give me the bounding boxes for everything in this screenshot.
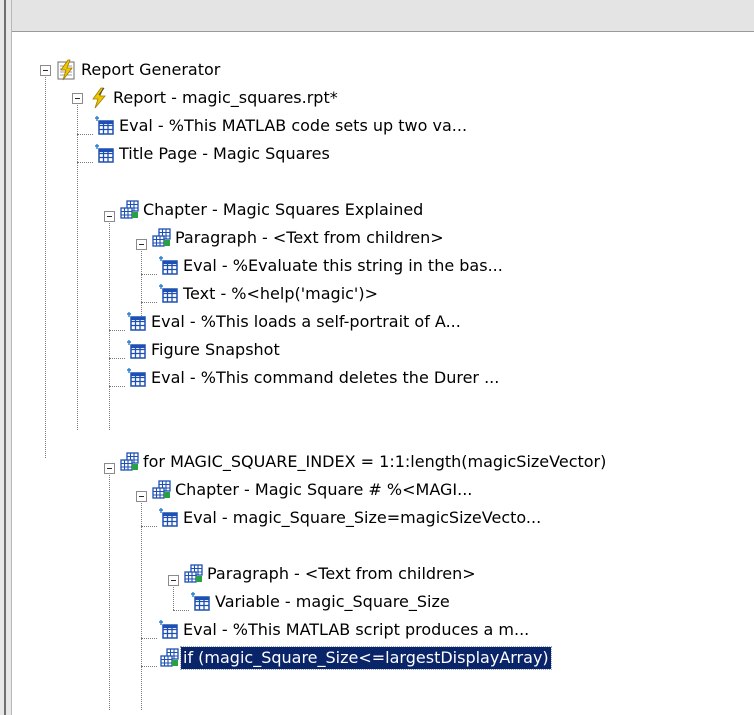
component-grid-icon	[190, 591, 212, 613]
tree-node-eval[interactable]: Eval - magic_Square_Size=magicSizeVecto.…	[158, 504, 543, 532]
tree-node-paragraph[interactable]: Paragraph - <Text from children>	[182, 560, 478, 588]
tree-node-label: Text - %<help('magic')>	[183, 284, 378, 303]
collapse-toggle[interactable]	[168, 575, 179, 586]
component-grid-icon	[94, 115, 116, 137]
tree-node-label: Report - magic_squares.rpt*	[113, 88, 338, 107]
tree-line	[173, 585, 174, 610]
tree-line	[77, 162, 93, 163]
tree-node-eval[interactable]: Eval - %This loads a self-portrait of A.…	[126, 308, 463, 336]
tree-node-eval[interactable]: Eval - %This MATLAB code sets up two va.…	[94, 112, 469, 140]
tree-node-label: Report Generator	[81, 60, 221, 79]
tree-line	[109, 221, 110, 430]
parent-component-icon	[118, 451, 140, 473]
parent-component-icon	[118, 199, 140, 221]
tree-node-label: Eval - %This MATLAB script produces a m.…	[183, 620, 530, 639]
tree-node-title-page[interactable]: Title Page - Magic Squares	[94, 140, 332, 168]
component-grid-icon	[158, 255, 180, 277]
tree-node-eval[interactable]: Eval - %Evaluate this string in the bas.…	[158, 252, 505, 280]
tree-node-text[interactable]: Text - %<help('magic')>	[158, 280, 380, 308]
component-grid-icon	[126, 339, 148, 361]
tree-line	[173, 610, 189, 611]
tree-line	[109, 386, 125, 387]
tree-line	[141, 638, 157, 639]
tree-line	[141, 526, 157, 527]
tree-node-eval[interactable]: Eval - %This MATLAB script produces a m.…	[158, 616, 531, 644]
component-grid-icon	[126, 311, 148, 333]
tree-node-eval[interactable]: Eval - %This command deletes the Durer .…	[126, 364, 501, 392]
tree-line	[109, 330, 125, 331]
tree-node-variable[interactable]: Variable - magic_Square_Size	[190, 588, 452, 616]
header-bar	[12, 0, 754, 32]
component-grid-icon	[126, 367, 148, 389]
tree-line	[141, 302, 157, 303]
tree-node-label: Eval - %Evaluate this string in the bas.…	[183, 256, 503, 275]
tree-node-label: Chapter - Magic Squares Explained	[143, 200, 424, 219]
tree-node-chapter[interactable]: Chapter - Magic Square # %<MAGI...	[150, 476, 474, 504]
parent-component-icon	[182, 563, 204, 585]
tree-node-label: for MAGIC_SQUARE_INDEX = 1:1:length(magi…	[143, 452, 607, 471]
tree-line	[141, 501, 142, 710]
tree-node-report[interactable]: Report - magic_squares.rpt*	[88, 84, 340, 112]
tree-line	[141, 666, 157, 667]
collapse-toggle[interactable]	[104, 211, 115, 222]
lightning-icon	[88, 87, 110, 109]
collapse-toggle[interactable]	[40, 65, 51, 76]
tree-line	[109, 358, 125, 359]
tree-node-label: Eval - magic_Square_Size=magicSizeVecto.…	[183, 508, 542, 527]
component-grid-icon	[94, 143, 116, 165]
tree-node-if-selected[interactable]: if (magic_Square_Size<=largestDisplayArr…	[158, 644, 552, 672]
tree-node-label: Chapter - Magic Square # %<MAGI...	[175, 480, 473, 499]
collapse-toggle[interactable]	[104, 463, 115, 474]
tree-node-figure-snapshot[interactable]: Figure Snapshot	[126, 336, 282, 364]
tree-node-label: Eval - %This MATLAB code sets up two va.…	[119, 116, 468, 135]
collapse-toggle[interactable]	[136, 491, 147, 502]
tree-line	[77, 134, 93, 135]
outline-tree[interactable]: Report Generator Report - magic_squares.…	[12, 32, 754, 715]
tree-line	[141, 274, 157, 275]
tree-node-for-loop[interactable]: for MAGIC_SQUARE_INDEX = 1:1:length(magi…	[118, 448, 608, 476]
tree-node-label: Eval - %This command deletes the Durer .…	[151, 368, 500, 387]
tree-node-label: Title Page - Magic Squares	[119, 144, 330, 163]
tree-line	[45, 75, 46, 458]
component-grid-icon	[158, 507, 180, 529]
tree-node-paragraph[interactable]: Paragraph - <Text from children>	[150, 224, 446, 252]
collapse-toggle[interactable]	[136, 239, 147, 250]
parent-component-icon	[150, 479, 172, 501]
left-splitter[interactable]	[0, 0, 12, 715]
tree-node-label: Variable - magic_Square_Size	[215, 592, 450, 611]
tree-node-label: if (magic_Square_Size<=largestDisplayArr…	[180, 646, 552, 670]
parent-component-icon	[150, 227, 172, 249]
parent-component-icon	[158, 647, 180, 669]
tree-node-label: Figure Snapshot	[151, 340, 280, 359]
tree-node-chapter[interactable]: Chapter - Magic Squares Explained	[118, 196, 425, 224]
collapse-toggle[interactable]	[72, 93, 83, 104]
component-grid-icon	[158, 283, 180, 305]
tree-node-report-generator[interactable]: Report Generator	[56, 56, 222, 84]
component-grid-icon	[158, 619, 180, 641]
tree-node-label: Paragraph - <Text from children>	[207, 564, 476, 583]
tree-line	[77, 103, 78, 430]
report-generator-icon	[56, 59, 78, 81]
tree-line	[109, 473, 110, 710]
tree-node-label: Eval - %This loads a self-portrait of A.…	[151, 312, 461, 331]
tree-node-label: Paragraph - <Text from children>	[175, 228, 444, 247]
